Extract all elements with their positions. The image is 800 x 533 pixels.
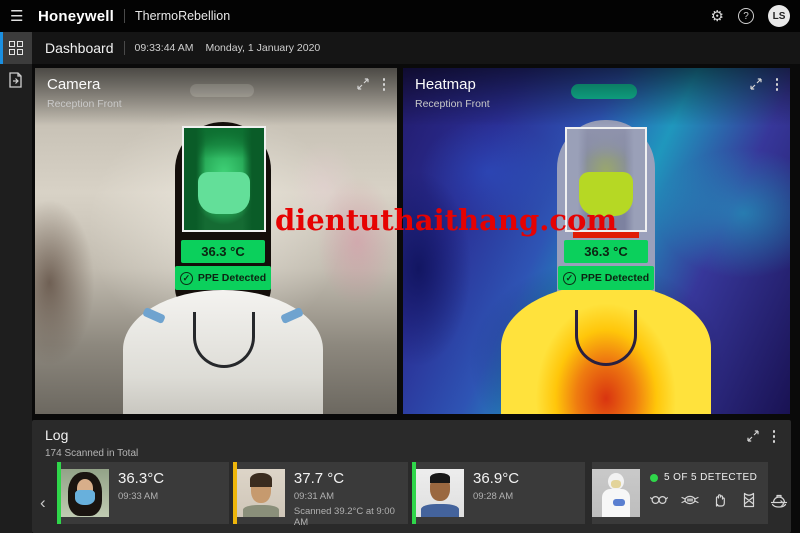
harness-icon (743, 492, 755, 508)
check-icon: ✓ (179, 271, 193, 285)
log-entry-ppe[interactable]: 5 OF 5 DETECTED (592, 462, 788, 524)
dashboard-grid-icon (9, 41, 23, 55)
log-entry[interactable]: 36.3°C 09:33 AM (57, 462, 229, 524)
mask-icon (681, 495, 699, 505)
log-panel: Log 174 Scanned in Total ‹ 36.3°C 09:33 … (32, 420, 791, 533)
expand-icon[interactable] (747, 430, 759, 442)
camera-title: Camera (47, 76, 101, 93)
entry-temperature: 36.3°C (118, 470, 165, 487)
sidebar (0, 32, 32, 533)
ppe-detected-count: 5 OF 5 DETECTED (664, 472, 758, 483)
carousel-right-icon[interactable]: › (779, 494, 785, 511)
face-bounding-box (182, 126, 266, 232)
person-thumbnail (416, 469, 464, 517)
kebab-menu-icon[interactable] (769, 430, 779, 443)
entry-temperature: 37.7 °C (293, 470, 345, 487)
goggles-icon (650, 495, 668, 505)
watermark-text: dientuthaithang.com (275, 203, 618, 237)
brand-logo: Honeywell (38, 7, 114, 25)
entry-time: 09:31 AM (293, 491, 335, 502)
log-entry[interactable]: 37.7 °C 09:31 AM Scanned 39.2°C at 9:00 … (233, 462, 408, 528)
entry-time: 09:33 AM (118, 491, 159, 502)
expand-icon[interactable] (750, 78, 762, 90)
gloves-icon (715, 494, 725, 507)
divider (123, 41, 125, 55)
kebab-menu-icon[interactable] (379, 78, 389, 91)
sidebar-item-reports[interactable] (0, 64, 32, 96)
camera-panel: 36.3 °C ✓ PPE Detected Camera Reception … (35, 68, 397, 414)
heatmap-panel: 36.3 °C ✓ PPE Detected Heatmap Reception… (403, 68, 790, 414)
app-name: ThermoRebellion (135, 9, 231, 23)
heatmap-title: Heatmap (415, 76, 476, 93)
heatmap-location: Reception Front (415, 98, 490, 110)
log-scanned-total: 174 Scanned in Total (45, 448, 139, 459)
hamburger-menu-icon[interactable]: ☰ (10, 7, 32, 25)
expand-icon[interactable] (357, 78, 369, 90)
page-title: Dashboard (45, 40, 114, 56)
log-entry[interactable]: 36.9°C 09:28 AM (412, 462, 585, 524)
status-dot (650, 473, 658, 482)
ppe-detected-badge: ✓ PPE Detected (558, 266, 654, 290)
top-bar: ☰ Honeywell ThermoRebellion ⚙ ? LS (0, 0, 800, 32)
clock-date: Monday, 1 January 2020 (205, 42, 321, 54)
person-thumbnail (61, 469, 109, 517)
thermorebellion-app: ☰ Honeywell ThermoRebellion ⚙ ? LS Dashb… (0, 0, 800, 533)
person-thumbnail (236, 469, 285, 517)
report-icon (9, 72, 22, 88)
entry-time: 09:28 AM (473, 491, 514, 502)
temperature-label: 36.3 °C (564, 240, 648, 263)
temperature-label: 36.3 °C (181, 240, 265, 263)
entry-temperature: 36.9°C (473, 470, 520, 487)
carousel-left-icon[interactable]: ‹ (40, 494, 46, 511)
ppe-person-thumbnail (592, 469, 640, 517)
heatmap-panel-header: Heatmap Reception Front (403, 68, 790, 126)
face-mask-overlay (198, 172, 250, 214)
help-icon[interactable]: ? (738, 8, 754, 24)
dashboard-header: Dashboard 09:33:44 AM Monday, 1 January … (32, 32, 800, 64)
clock-time: 09:33:44 AM (134, 42, 194, 54)
entry-note: Scanned 39.2°C at 9:00 AM (293, 506, 395, 528)
avatar[interactable]: LS (768, 5, 790, 27)
log-title: Log (45, 427, 69, 443)
ppe-detected-badge: ✓ PPE Detected (175, 266, 271, 290)
check-icon: ✓ (562, 271, 576, 285)
divider (124, 9, 125, 23)
camera-panel-header: Camera Reception Front (35, 68, 397, 126)
camera-location: Reception Front (47, 98, 122, 110)
kebab-menu-icon[interactable] (772, 78, 782, 91)
content-area: 36.3 °C ✓ PPE Detected Camera Reception … (32, 64, 800, 533)
gear-icon[interactable]: ⚙ (711, 9, 724, 24)
sidebar-item-dashboard[interactable] (0, 32, 32, 64)
